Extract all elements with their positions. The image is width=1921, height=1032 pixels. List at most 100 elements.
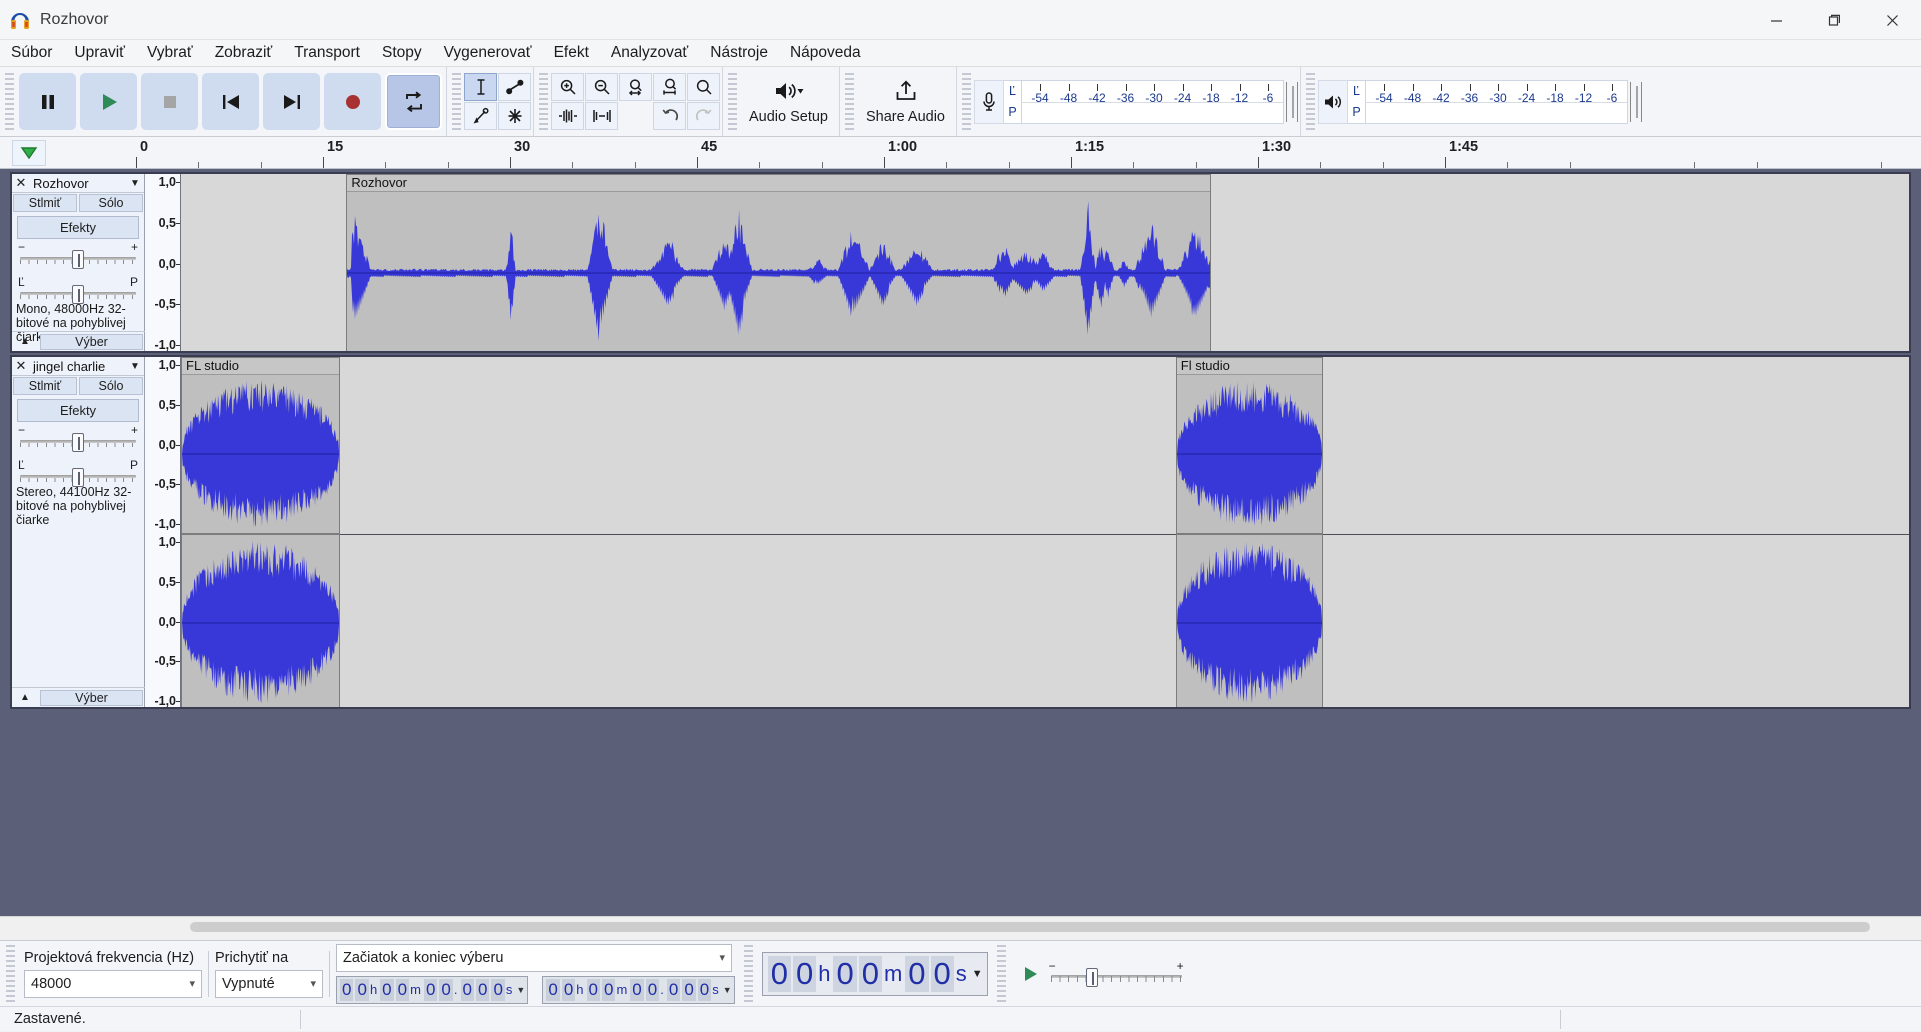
pos-min-ones[interactable]: 0: [858, 955, 882, 992]
track-control-panel-1[interactable]: ✕ jingel charlie ▼ Stlmiť Sólo Efekty − + Ľ P Ster…: [12, 357, 145, 707]
play-meter-grip[interactable]: [1306, 72, 1315, 131]
play-button[interactable]: [80, 73, 137, 130]
record-meter[interactable]: Ľ P -54 -48 -42 -36 -30 -24 -18 -12 -6: [974, 79, 1298, 125]
pos-hour-tens[interactable]: 0: [767, 955, 791, 992]
stop-button[interactable]: [141, 73, 198, 130]
gain-slider-1[interactable]: − +: [18, 423, 138, 452]
audio-setup-grip[interactable]: [728, 72, 737, 131]
maximize-button[interactable]: [1805, 0, 1863, 40]
clip-waveform[interactable]: [182, 535, 340, 707]
solo-button-0[interactable]: Sólo: [79, 194, 143, 212]
gain-slider-thumb-1[interactable]: [72, 433, 84, 452]
skip-end-button[interactable]: [263, 73, 320, 130]
audio-clip[interactable]: FL studio: [181, 357, 341, 534]
sel-end-sec-tens[interactable]: 0: [630, 978, 644, 1001]
sel-start-sec-tens[interactable]: 0: [423, 978, 438, 1001]
sel-end-spinner-icon[interactable]: ▼: [723, 985, 732, 995]
redo-button[interactable]: [687, 102, 720, 130]
audio-setup-button[interactable]: Audio Setup: [740, 72, 837, 132]
menu-item-zobrazi[interactable]: Zobraziť: [204, 41, 284, 65]
pos-min-tens[interactable]: 0: [833, 955, 857, 992]
clip-waveform[interactable]: [182, 375, 340, 533]
transport-toolbar-grip[interactable]: [5, 72, 14, 131]
sel-start-ms-1[interactable]: 0: [460, 978, 474, 1001]
clip-title[interactable]: Fl studio: [1176, 358, 1322, 375]
loop-button[interactable]: [385, 73, 442, 130]
sel-start-min-tens[interactable]: 0: [380, 978, 394, 1001]
menu-item-efekt[interactable]: Efekt: [543, 41, 600, 65]
pos-spinner-icon[interactable]: ▼: [972, 968, 983, 980]
pos-sec-ones[interactable]: 0: [930, 955, 954, 992]
time-ruler[interactable]: 0 15 30 45 1:00 1:15 1:30 1:45: [57, 137, 1921, 168]
audio-clip[interactable]: Fl studio: [1175, 357, 1323, 534]
sel-start-hour-tens[interactable]: 0: [340, 978, 354, 1001]
speaker-meter-icon[interactable]: [1318, 79, 1348, 124]
draw-tool[interactable]: [464, 102, 497, 130]
sel-start-spinner-icon[interactable]: ▼: [516, 985, 525, 995]
undo-button[interactable]: [653, 102, 686, 130]
multi-tool[interactable]: [498, 102, 531, 130]
clip-waveform[interactable]: [347, 192, 1211, 351]
effects-button-1[interactable]: Efekty: [17, 399, 139, 422]
horizontal-scroll-thumb[interactable]: [190, 922, 1870, 932]
gain-slider-thumb-0[interactable]: [72, 250, 84, 269]
clip-waveform[interactable]: [1176, 375, 1322, 533]
zoom-in-button[interactable]: [551, 73, 584, 101]
track-name-0[interactable]: Rozhovor: [30, 176, 126, 191]
gain-slider-0[interactable]: − +: [18, 240, 138, 269]
record-button[interactable]: [324, 73, 381, 130]
collapse-track-icon[interactable]: ▲: [12, 688, 38, 707]
audio-clip[interactable]: [181, 534, 341, 707]
silence-audio-button[interactable]: [585, 102, 618, 130]
sel-start-hour-ones[interactable]: 0: [355, 978, 369, 1001]
select-track-button-1[interactable]: Výber: [40, 689, 143, 706]
close-track-icon[interactable]: ✕: [12, 174, 30, 193]
record-meter-grip[interactable]: [962, 72, 971, 131]
sel-start-ms-3[interactable]: 0: [491, 978, 505, 1001]
trim-audio-button[interactable]: [551, 102, 584, 130]
close-button[interactable]: [1863, 0, 1921, 40]
clip-title[interactable]: FL studio: [182, 358, 340, 375]
mute-button-1[interactable]: Stlmiť: [13, 377, 77, 395]
mute-button-0[interactable]: Stlmiť: [13, 194, 77, 212]
track-menu-caret-icon[interactable]: ▼: [126, 361, 144, 372]
fit-project-button[interactable]: [653, 73, 686, 101]
menu-item-vygenerova[interactable]: Vygenerovať: [433, 41, 543, 65]
minimize-button[interactable]: [1747, 0, 1805, 40]
play-speed-slider[interactable]: − +: [1049, 959, 1184, 987]
pinned-play-head-icon[interactable]: [11, 139, 46, 166]
envelope-tool[interactable]: [498, 73, 531, 101]
clip-waveform[interactable]: [1176, 535, 1322, 707]
menu-item-upravi[interactable]: Upraviť: [63, 41, 136, 65]
pos-sec-tens[interactable]: 0: [905, 955, 929, 992]
menu-item-stopy[interactable]: Stopy: [371, 41, 433, 65]
sel-start-min-ones[interactable]: 0: [395, 978, 410, 1001]
snap-select[interactable]: Vypnuté ▾: [215, 969, 323, 998]
microphone-icon[interactable]: [974, 79, 1004, 124]
track-menu-caret-icon[interactable]: ▼: [126, 178, 144, 189]
audio-clip[interactable]: Rozhovor: [346, 174, 1212, 351]
waveform-area-1[interactable]: FL studio Fl studio: [181, 357, 1909, 707]
zoom-out-button[interactable]: [585, 73, 618, 101]
sel-end-min-ones[interactable]: 0: [601, 978, 616, 1001]
sel-end-ms-3[interactable]: 0: [697, 978, 712, 1001]
skip-start-button[interactable]: [202, 73, 259, 130]
track-1[interactable]: ✕ jingel charlie ▼ Stlmiť Sólo Efekty − + Ľ P Ster…: [10, 355, 1911, 709]
audio-clip[interactable]: [1175, 534, 1323, 707]
time-toolbar-grip[interactable]: [743, 944, 753, 1003]
horizontal-scrollbar[interactable]: [0, 916, 1921, 940]
close-track-icon[interactable]: ✕: [12, 357, 30, 376]
play-speed-grip[interactable]: [996, 944, 1006, 1003]
menu-item-vybra[interactable]: Vybrať: [136, 41, 204, 65]
selection-start-field[interactable]: 0 0 h 0 0 m 0 0 . 0 0 0 s ▼: [336, 975, 529, 1004]
collapse-track-icon[interactable]: ▲: [12, 332, 38, 351]
selection-end-field[interactable]: 0 0 h 0 0 m 0 0 . 0 0 0 s ▼: [542, 975, 735, 1004]
edit-toolbar-grip[interactable]: [539, 72, 548, 131]
pause-button[interactable]: [19, 73, 76, 130]
pos-hour-ones[interactable]: 0: [792, 955, 817, 992]
tools-toolbar-grip[interactable]: [452, 72, 461, 131]
vertical-ruler-1[interactable]: 1,0 0,5 0,0 -0,5 -1,0 1,0 0,5 0,0 -0,5 -1,0: [145, 357, 181, 708]
vertical-ruler-0[interactable]: 1,0 0,5 0,0 -0,5 -1,0: [145, 174, 181, 352]
play-meter[interactable]: Ľ P -54 -48 -42 -36 -30 -24 -18 -12 -6: [1318, 79, 1642, 125]
track-control-panel-0[interactable]: ✕ Rozhovor ▼ Stlmiť Sólo Efekty − + Ľ P Mono, 4800…: [12, 174, 145, 351]
